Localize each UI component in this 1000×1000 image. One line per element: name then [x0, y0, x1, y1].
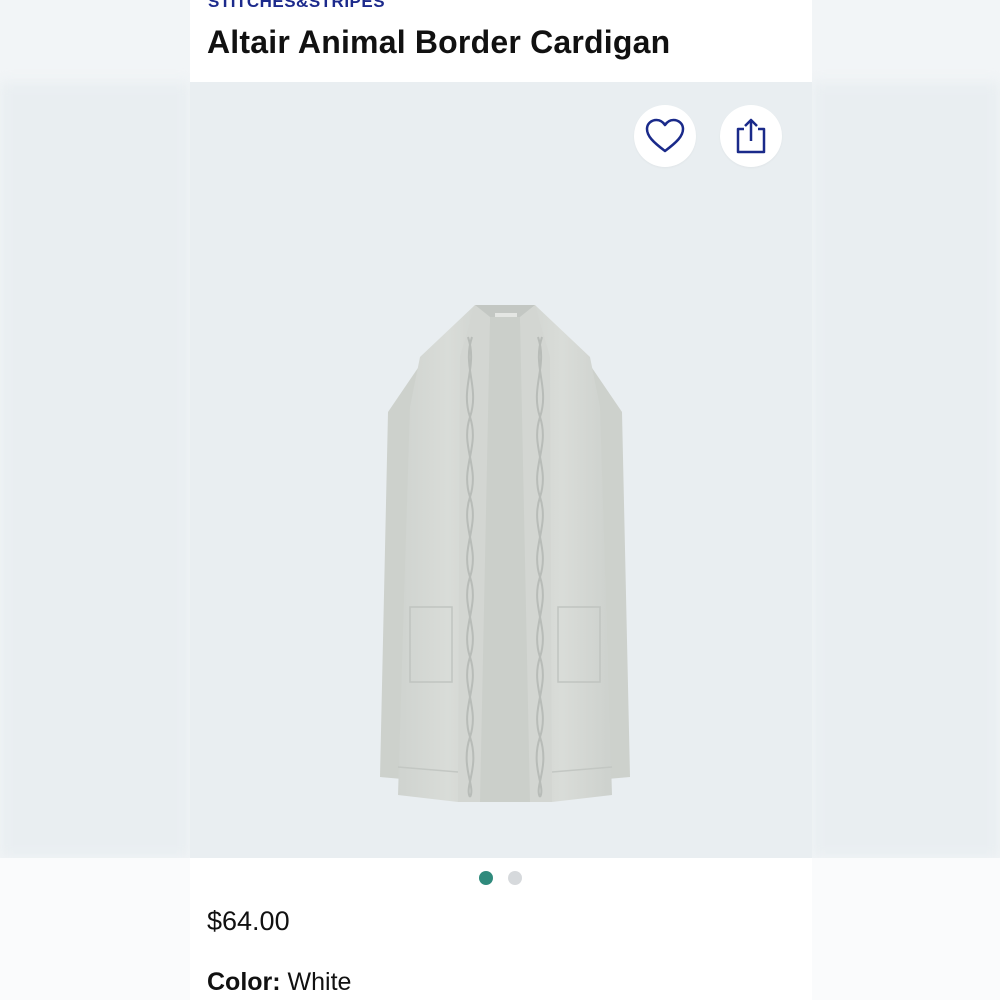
- product-image-gallery[interactable]: [190, 82, 812, 858]
- color-selection: Color: White: [207, 965, 351, 999]
- product-price: $64.00: [207, 906, 290, 936]
- cardigan-image: [380, 305, 630, 802]
- right-blurred-band: [812, 82, 1000, 858]
- left-blurred-lower: [0, 858, 190, 1000]
- favorite-button[interactable]: [634, 105, 696, 167]
- color-label: Color:: [207, 968, 288, 996]
- gallery-pagination: [190, 871, 812, 885]
- right-blurred-lower: [812, 858, 1000, 1000]
- product-title: Altair Animal Border Cardigan: [207, 24, 671, 60]
- pagination-dot[interactable]: [508, 871, 522, 885]
- right-blurred-background: [812, 0, 1000, 1000]
- product-page: STITCHES&STRIPES Altair Animal Border Ca…: [190, 0, 812, 1000]
- pagination-dot-active[interactable]: [479, 871, 493, 885]
- product-image[interactable]: [380, 297, 630, 821]
- color-value: White: [287, 968, 352, 996]
- heart-icon: [645, 118, 685, 153]
- share-button[interactable]: [720, 105, 782, 167]
- brand-name[interactable]: STITCHES&STRIPES: [208, 0, 385, 12]
- share-icon: [736, 118, 766, 154]
- left-blurred-band: [0, 82, 190, 858]
- left-blurred-background: [0, 0, 190, 1000]
